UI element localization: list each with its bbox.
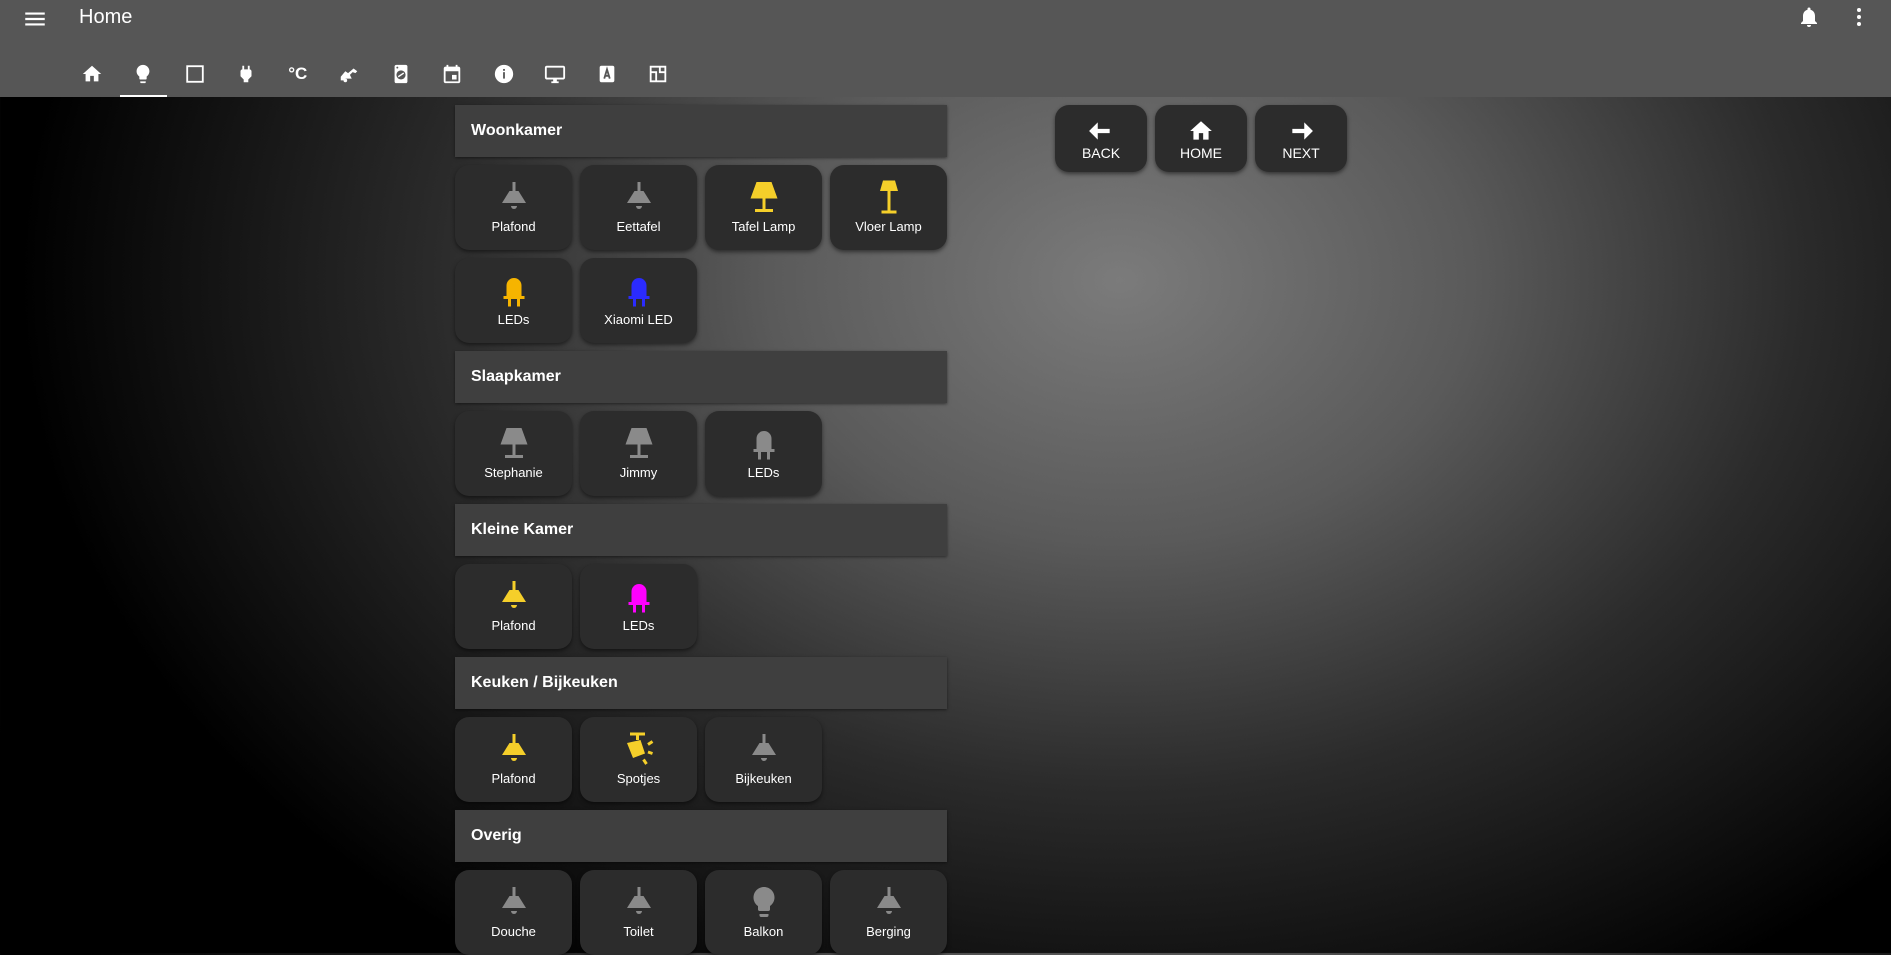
section-header: Slaapkamer	[455, 351, 947, 403]
vacuum-robot-icon	[338, 63, 360, 97]
ceiling-light-icon	[496, 578, 532, 614]
light-tile-leds[interactable]: LEDs	[580, 564, 697, 649]
light-tile-stephanie[interactable]: Stephanie	[455, 411, 572, 496]
tile-label: Douche	[491, 924, 536, 939]
light-tile-balkon[interactable]: Balkon	[705, 870, 822, 955]
tile-label: LEDs	[747, 465, 780, 480]
tab-monitor[interactable]	[530, 55, 582, 97]
back-button[interactable]: BACK	[1055, 105, 1147, 172]
tile-label: Tafel Lamp	[731, 219, 796, 234]
tab-temperature[interactable]: °C	[272, 55, 324, 97]
light-tile-plafond[interactable]: Plafond	[455, 564, 572, 649]
page-title: Home	[79, 6, 133, 28]
home-button[interactable]: HOME	[1155, 105, 1247, 172]
view-tabs: °C	[66, 55, 684, 97]
tab-lightbulb[interactable]	[118, 55, 170, 97]
spotlight-icon	[621, 731, 657, 767]
tile-label: Balkon	[743, 924, 784, 939]
light-tile-tafel-lamp[interactable]: Tafel Lamp	[705, 165, 822, 250]
section-header: Kleine Kamer	[455, 504, 947, 556]
nav-button-label: HOME	[1180, 145, 1222, 161]
alpha-a-box-icon	[596, 63, 618, 97]
led-icon	[496, 272, 532, 308]
washing-machine-icon	[390, 63, 412, 97]
nav-button-label: NEXT	[1282, 145, 1320, 161]
tab-window[interactable]	[169, 55, 221, 97]
tab-home[interactable]	[66, 55, 118, 97]
led-icon	[621, 272, 657, 308]
tab-washing-machine[interactable]	[375, 55, 427, 97]
ceiling-light-icon	[496, 179, 532, 215]
tile-label: LEDs	[497, 312, 530, 327]
info-icon	[493, 63, 515, 97]
light-tile-bijkeuken[interactable]: Bijkeuken	[705, 717, 822, 802]
tile-label: Plafond	[491, 219, 536, 234]
bell-icon[interactable]	[1797, 5, 1821, 29]
tab-vacuum-robot[interactable]	[324, 55, 376, 97]
light-tile-plafond[interactable]: Plafond	[455, 717, 572, 802]
tab-info[interactable]	[478, 55, 530, 97]
tab-floor-plan[interactable]	[633, 55, 685, 97]
calendar-icon	[441, 63, 463, 97]
tile-label: LEDs	[622, 618, 655, 633]
ceiling-light-icon	[746, 731, 782, 767]
monitor-icon	[544, 63, 566, 97]
ceiling-light-icon	[621, 179, 657, 215]
tile-label: Toilet	[623, 924, 654, 939]
nav-button-label: BACK	[1081, 145, 1121, 161]
light-tile-plafond[interactable]: Plafond	[455, 165, 572, 250]
tab-calendar[interactable]	[427, 55, 479, 97]
section-header: Keuken / Bijkeuken	[455, 657, 947, 709]
light-tile-leds[interactable]: LEDs	[705, 411, 822, 496]
floor-lamp-icon	[871, 179, 907, 215]
tile-label: Bijkeuken	[735, 771, 792, 786]
lightbulb-icon	[746, 884, 782, 920]
tile-label: Eettafel	[616, 219, 661, 234]
led-icon	[621, 578, 657, 614]
table-lamp-icon	[621, 425, 657, 461]
tile-label: Plafond	[491, 771, 536, 786]
section-header: Woonkamer	[455, 105, 947, 157]
tab-alpha-a-box[interactable]	[581, 55, 633, 97]
tile-label: Jimmy	[619, 465, 658, 480]
light-tile-eettafel[interactable]: Eettafel	[580, 165, 697, 250]
tile-label: Vloer Lamp	[855, 219, 922, 234]
tile-label: Berging	[866, 924, 911, 939]
light-tile-jimmy[interactable]: Jimmy	[580, 411, 697, 496]
section-header: Overig	[455, 810, 947, 862]
light-tile-spotjes[interactable]: Spotjes	[580, 717, 697, 802]
light-tile-douche[interactable]: Douche	[455, 870, 572, 955]
ceiling-light-icon	[496, 884, 532, 920]
temperature-icon: °C	[288, 64, 308, 83]
light-tile-berging[interactable]: Berging	[830, 870, 947, 955]
tile-label: Plafond	[491, 618, 536, 633]
table-lamp-icon	[746, 179, 782, 215]
menu-icon[interactable]	[22, 6, 48, 28]
table-lamp-icon	[496, 425, 532, 461]
light-tile-leds[interactable]: LEDs	[455, 258, 572, 343]
window-icon	[184, 63, 206, 97]
ceiling-light-icon	[496, 731, 532, 767]
next-button[interactable]: NEXT	[1255, 105, 1347, 172]
more-vert-icon[interactable]	[1847, 5, 1871, 29]
led-icon	[746, 425, 782, 461]
tile-label: Spotjes	[616, 771, 661, 786]
plug-icon	[235, 63, 257, 97]
lightbulb-icon	[132, 63, 154, 97]
light-tile-xiaomi-led[interactable]: Xiaomi LED	[580, 258, 697, 343]
light-tile-toilet[interactable]: Toilet	[580, 870, 697, 955]
arrow-left-icon	[1088, 118, 1114, 144]
tile-label: Stephanie	[484, 465, 543, 480]
app-header: Home °C	[0, 0, 1891, 97]
ceiling-light-icon	[621, 884, 657, 920]
home-icon	[1188, 118, 1214, 144]
tab-plug[interactable]	[221, 55, 273, 97]
tile-label: Xiaomi LED	[604, 312, 673, 327]
arrow-right-icon	[1288, 118, 1314, 144]
home-icon	[81, 63, 103, 97]
light-tile-vloer-lamp[interactable]: Vloer Lamp	[830, 165, 947, 250]
floor-plan-icon	[647, 63, 669, 97]
ceiling-light-icon	[871, 884, 907, 920]
